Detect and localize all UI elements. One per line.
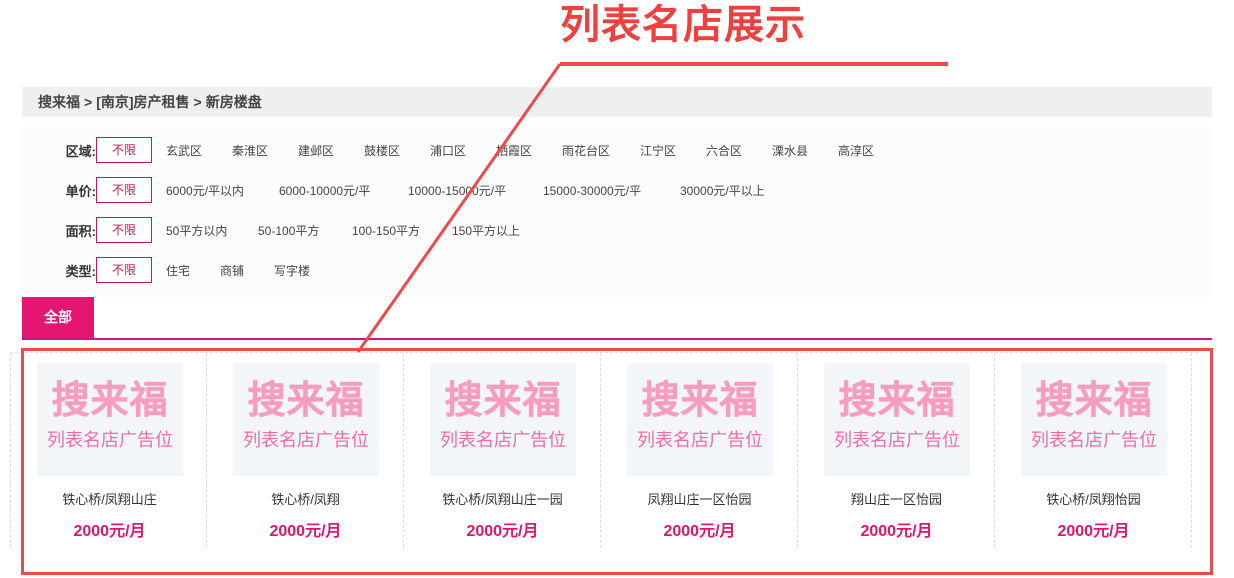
filter-option[interactable]: 雨花台区: [562, 142, 640, 159]
filter-label: 类型:: [65, 263, 96, 279]
tab-bar: 全部: [22, 297, 1212, 340]
filter-panel: 区域: 不限 玄武区 秦淮区 建邺区 鼓楼区 浦口区 栖霞区 雨花台区 江宁区 …: [22, 127, 1212, 297]
filter-option[interactable]: 50-100平方: [258, 222, 352, 239]
filter-option[interactable]: 秦淮区: [232, 142, 298, 159]
listing-price: 2000元/月: [1057, 523, 1130, 540]
ad-placeholder-image[interactable]: 搜来福 列表名店广告位: [233, 363, 379, 476]
breadcrumb-home-link[interactable]: 搜来福: [38, 87, 80, 117]
filter-option[interactable]: 江宁区: [640, 142, 706, 159]
listing-card[interactable]: 搜来福 列表名店广告位 铁心桥/凤翔山庄一园 2000元/月: [404, 353, 601, 548]
filter-option[interactable]: 鼓楼区: [364, 142, 430, 159]
listing-price: 2000元/月: [466, 523, 539, 540]
filter-option[interactable]: 6000-10000元/平: [279, 182, 408, 199]
breadcrumb: 搜来福 > [南京]房产租售 > 新房楼盘: [22, 87, 1212, 117]
ad-placeholder-image[interactable]: 搜来福 列表名店广告位: [430, 363, 576, 476]
filter-option[interactable]: 栖霞区: [496, 142, 562, 159]
ad-caption: 列表名店广告位: [243, 430, 369, 450]
filter-nolimit-button[interactable]: 不限: [96, 257, 152, 283]
listing-card[interactable]: 搜来福 列表名店广告位 翔山庄一区怡园 2000元/月: [798, 353, 995, 548]
filter-row-type: 类型: 不限 住宅 商铺 写字楼: [22, 256, 310, 284]
filter-nolimit-button[interactable]: 不限: [96, 137, 152, 163]
filter-option[interactable]: 商铺: [220, 262, 274, 279]
ad-brand-text: 搜来福: [641, 378, 759, 422]
listing-price: 2000元/月: [269, 523, 342, 540]
ad-placeholder-image[interactable]: 搜来福 列表名店广告位: [824, 363, 970, 476]
listing-name[interactable]: 翔山庄一区怡园: [798, 489, 995, 508]
filter-option[interactable]: 溧水县: [772, 142, 838, 159]
ad-placeholder-image[interactable]: 搜来福 列表名店广告位: [37, 363, 183, 476]
filter-option[interactable]: 6000元/平以内: [166, 182, 279, 199]
listing-name[interactable]: 铁心桥/凤翔山庄: [11, 489, 208, 508]
annotation-title: 列表名店展示: [560, 2, 806, 48]
filter-label: 单价:: [65, 183, 96, 199]
listing-price: 2000元/月: [73, 523, 146, 540]
filter-option[interactable]: 150平方以上: [452, 222, 520, 239]
ad-placeholder-image[interactable]: 搜来福 列表名店广告位: [1021, 363, 1167, 476]
breadcrumb-rent-link[interactable]: [南京]房产租售: [96, 87, 189, 117]
filter-option[interactable]: 高淳区: [838, 142, 904, 159]
listing-card[interactable]: 搜来福 列表名店广告位 凤翔山庄一区怡园 2000元/月: [601, 353, 798, 548]
listing-name[interactable]: 铁心桥/凤翔: [207, 489, 404, 508]
ad-caption: 列表名店广告位: [834, 430, 960, 450]
filter-nolimit-button[interactable]: 不限: [96, 177, 152, 203]
listing-name[interactable]: 铁心桥/凤翔山庄一园: [404, 489, 601, 508]
ad-caption: 列表名店广告位: [637, 430, 763, 450]
filter-option[interactable]: 50平方以内: [166, 222, 258, 239]
ad-brand-text: 搜来福: [1035, 378, 1153, 422]
ad-brand-text: 搜来福: [444, 378, 562, 422]
listing-name[interactable]: 铁心桥/凤翔怡园: [995, 489, 1192, 508]
filter-label: 面积:: [65, 223, 96, 239]
filter-option[interactable]: 浦口区: [430, 142, 496, 159]
listing-card[interactable]: 搜来福 列表名店广告位 铁心桥/凤翔山庄 2000元/月: [10, 353, 207, 548]
listing-price: 2000元/月: [860, 523, 933, 540]
breadcrumb-separator: >: [84, 94, 93, 110]
filter-option[interactable]: 建邺区: [298, 142, 364, 159]
filter-option[interactable]: 10000-15000元/平: [408, 182, 543, 199]
breadcrumb-separator: >: [193, 94, 202, 110]
listing-card[interactable]: 搜来福 列表名店广告位 铁心桥/凤翔怡园 2000元/月: [995, 353, 1192, 548]
filter-option[interactable]: 写字楼: [274, 262, 310, 279]
ad-brand-text: 搜来福: [51, 378, 169, 422]
filter-option[interactable]: 住宅: [166, 262, 220, 279]
ad-placeholder-image[interactable]: 搜来福 列表名店广告位: [627, 363, 773, 476]
filter-row-district: 区域: 不限 玄武区 秦淮区 建邺区 鼓楼区 浦口区 栖霞区 雨花台区 江宁区 …: [22, 136, 904, 164]
filter-option[interactable]: 六合区: [706, 142, 772, 159]
ad-brand-text: 搜来福: [838, 378, 956, 422]
filter-option[interactable]: 100-150平方: [352, 222, 452, 239]
filter-option[interactable]: 玄武区: [166, 142, 232, 159]
tab-all[interactable]: 全部: [22, 297, 94, 338]
filter-nolimit-button[interactable]: 不限: [96, 217, 152, 243]
breadcrumb-current: 新房楼盘: [205, 94, 262, 110]
filter-label: 区域:: [65, 143, 96, 159]
filter-option[interactable]: 30000元/平以上: [680, 182, 765, 199]
listing-cards: 搜来福 列表名店广告位 铁心桥/凤翔山庄 2000元/月 搜来福 列表名店广告位…: [10, 352, 1198, 548]
ad-caption: 列表名店广告位: [440, 430, 566, 450]
filter-row-area: 面积: 不限 50平方以内 50-100平方 100-150平方 150平方以上: [22, 216, 520, 244]
filter-row-price: 单价: 不限 6000元/平以内 6000-10000元/平 10000-150…: [22, 176, 765, 204]
ad-brand-text: 搜来福: [247, 378, 365, 422]
listing-price: 2000元/月: [663, 523, 736, 540]
ad-caption: 列表名店广告位: [47, 430, 173, 450]
listing-name[interactable]: 凤翔山庄一区怡园: [601, 489, 798, 508]
ad-caption: 列表名店广告位: [1031, 430, 1157, 450]
listing-card[interactable]: 搜来福 列表名店广告位 铁心桥/凤翔 2000元/月: [207, 353, 404, 548]
filter-option[interactable]: 15000-30000元/平: [543, 182, 680, 199]
